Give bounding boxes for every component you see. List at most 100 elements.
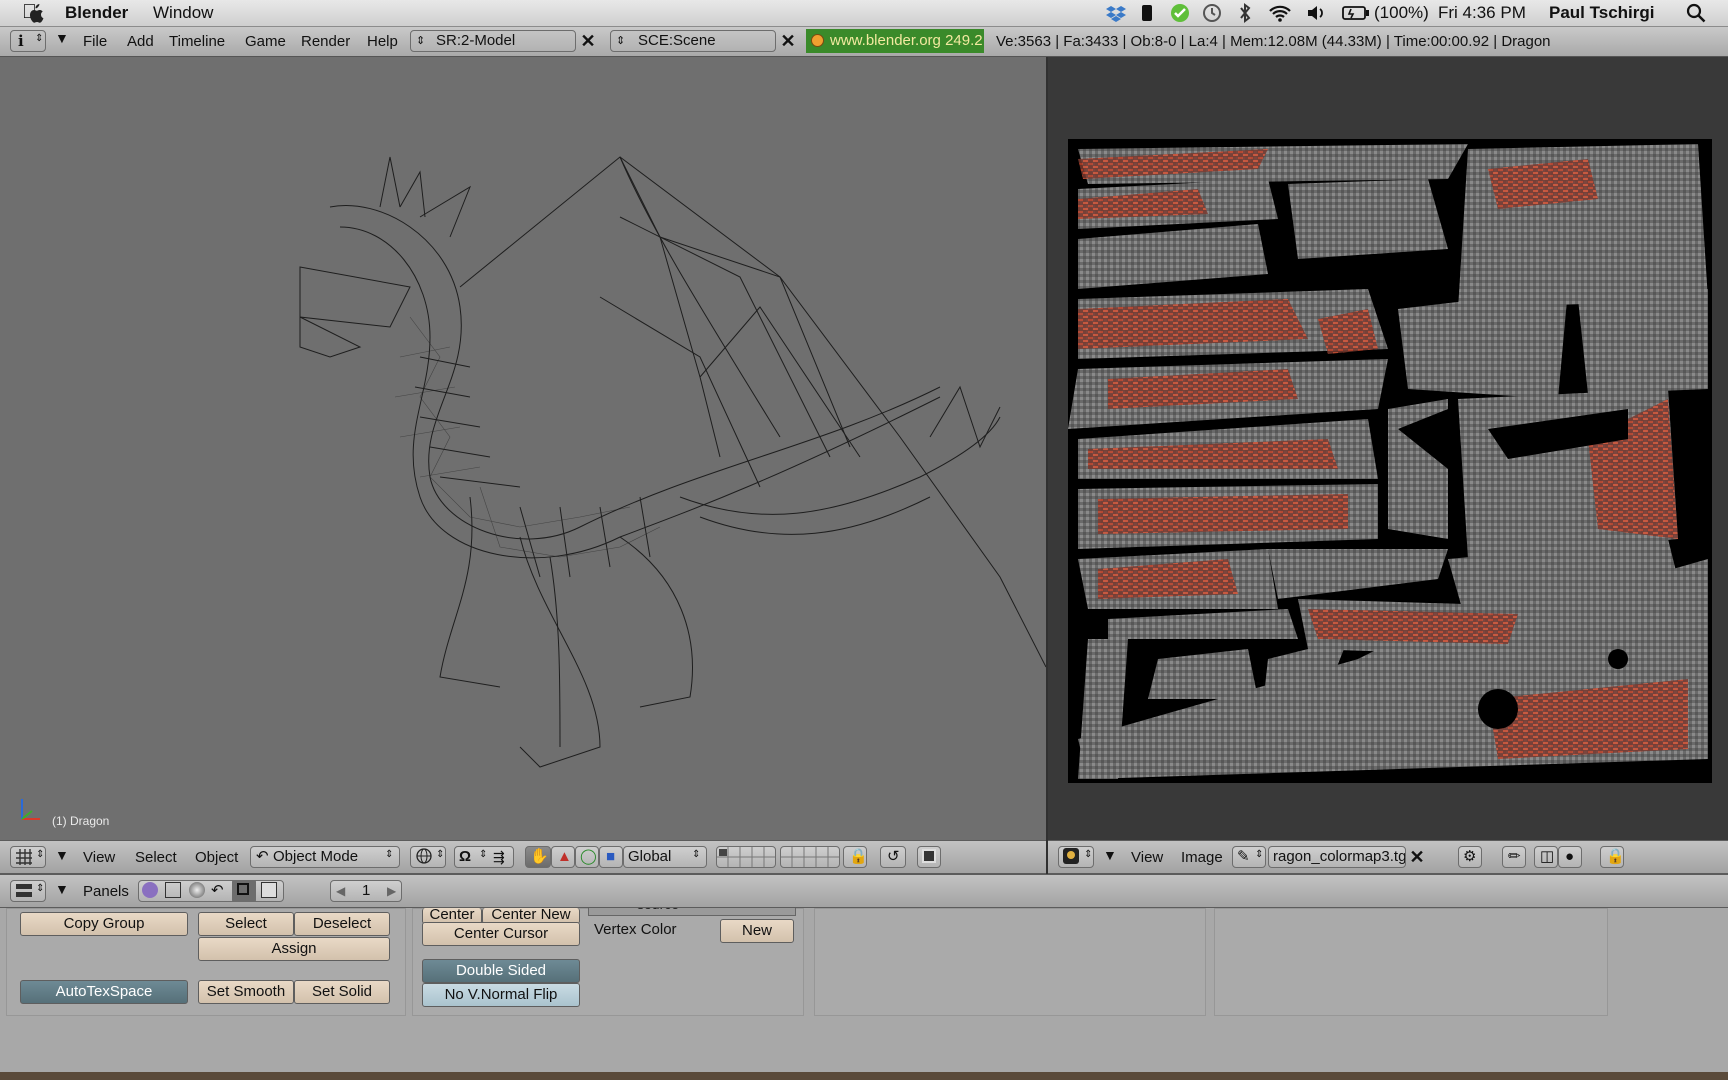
viewport-menu-select[interactable]: Select	[135, 849, 177, 866]
spotlight-search-icon[interactable]	[1686, 3, 1706, 28]
image-pack-button[interactable]: ⚙	[1458, 846, 1482, 868]
frame-number-value[interactable]: 1	[362, 881, 370, 901]
3d-viewport[interactable]: (1) Dragon	[0, 57, 1046, 840]
battery-icon[interactable]	[1342, 5, 1370, 26]
empty-panel-2	[1214, 908, 1608, 1016]
context-buttons[interactable]: ↶	[138, 880, 284, 902]
collapse-triangle-icon[interactable]: ▼	[55, 881, 69, 897]
texture-paint-button[interactable]: ✏	[1502, 846, 1526, 868]
set-smooth-button[interactable]: Set Smooth	[198, 980, 294, 1004]
menu-game[interactable]: Game	[245, 33, 286, 50]
mode-select[interactable]: ↶ Object Mode ⇕	[250, 846, 400, 868]
updown-arrows-icon: ⇕	[36, 883, 45, 894]
evernote-check-icon[interactable]	[1170, 3, 1190, 28]
time-machine-icon[interactable]	[1202, 3, 1222, 28]
uv-texture-slot-field[interactable]: source	[588, 908, 796, 916]
panels-menu[interactable]: Panels	[83, 883, 129, 900]
editor-type-image-select[interactable]: ⇕	[1058, 846, 1094, 868]
center-cursor-button[interactable]: Center Cursor	[422, 922, 580, 946]
snap-icon: ⇶	[493, 849, 505, 865]
render-preview-button[interactable]	[917, 846, 941, 868]
orientation-select[interactable]: Global ⇕	[623, 846, 707, 868]
desktop-edge	[0, 1072, 1728, 1080]
screen-name[interactable]: SR:2-Model	[436, 31, 515, 51]
image-browse-select[interactable]: ✎ ⇕	[1232, 846, 1266, 868]
uv-image-editor[interactable]	[1048, 57, 1728, 840]
menu-timeline[interactable]: Timeline	[169, 33, 225, 50]
screen-select[interactable]: ⇕ SR:2-Model	[410, 30, 576, 52]
menu-render[interactable]: Render	[301, 33, 350, 50]
frame-increment-icon[interactable]: ▶	[387, 881, 396, 901]
select-button[interactable]: Select	[198, 912, 294, 936]
scene-name[interactable]: SCE:Scene	[638, 31, 716, 51]
menu-help[interactable]: Help	[367, 33, 398, 50]
mode-select-value[interactable]: Object Mode	[273, 847, 358, 867]
close-scene-icon[interactable]: ✕	[777, 30, 799, 52]
editor-type-3d-select[interactable]: ⇕	[10, 846, 46, 868]
menubar-clock[interactable]: Fri 4:36 PM	[1438, 3, 1526, 23]
image-menu-view[interactable]: View	[1131, 849, 1163, 866]
scale-manipulator-button[interactable]: ■	[599, 846, 623, 868]
translate-manipulator-button[interactable]: ▲	[551, 846, 575, 868]
image-menu-image[interactable]: Image	[1181, 849, 1223, 866]
collapse-triangle-icon[interactable]: ▼	[55, 847, 69, 863]
updown-arrows-icon: ⇕	[35, 33, 44, 44]
set-solid-button[interactable]: Set Solid	[294, 980, 390, 1004]
wifi-icon[interactable]	[1268, 3, 1292, 28]
shading-context-icon[interactable]	[189, 882, 205, 898]
blender-url-badge[interactable]: www.blender.org 249.2	[806, 29, 984, 53]
menu-add[interactable]: Add	[127, 33, 154, 50]
proportional-edit-button[interactable]: ↺	[880, 846, 906, 868]
uv-sync-button[interactable]: ◫	[1534, 846, 1558, 868]
frame-number-field[interactable]: ◀ 1 ▶	[330, 880, 402, 902]
viewport-menu-view[interactable]: View	[83, 849, 115, 866]
draw-type-select[interactable]: ⇕	[410, 846, 446, 868]
close-screen-icon[interactable]: ✕	[577, 30, 599, 52]
bluetooth-icon[interactable]	[1237, 3, 1253, 28]
uv-texture-slot-value[interactable]: source	[637, 908, 679, 912]
menubar-user[interactable]: Paul Tschirgi	[1549, 3, 1655, 23]
layer-buttons-left[interactable]	[716, 846, 776, 868]
no-vnormal-flip-toggle[interactable]: No V.Normal Flip	[422, 983, 580, 1007]
pivot-select[interactable]: Ω ⇕ ⇶	[454, 846, 514, 868]
phone-icon[interactable]	[1140, 4, 1154, 27]
double-sided-toggle[interactable]: Double Sided	[422, 959, 580, 983]
window-menu[interactable]: Window	[153, 3, 213, 23]
updown-arrows-icon: ⇕	[416, 35, 426, 47]
unlink-image-icon[interactable]: ✕	[1406, 846, 1428, 868]
editor-type-buttons-select[interactable]: ⇕	[10, 880, 46, 902]
volume-icon[interactable]	[1306, 4, 1326, 27]
frame-decrement-icon[interactable]: ◀	[336, 881, 345, 901]
draw-uv-button[interactable]: ●	[1558, 846, 1582, 868]
lock-image-button[interactable]: 🔒	[1600, 846, 1625, 868]
app-name-menu[interactable]: Blender	[65, 3, 128, 23]
object-context-icon[interactable]: ↶	[211, 881, 224, 901]
orientation-select-value[interactable]: Global	[628, 847, 671, 867]
lock-layers-button[interactable]: 🔒	[843, 846, 868, 868]
collapse-triangle-icon[interactable]: ▼	[1103, 847, 1117, 863]
rotate-manipulator-button[interactable]: ◯	[575, 846, 599, 868]
image-name-field[interactable]: ragon_colormap3.tga	[1268, 846, 1406, 868]
viewport-menu-object[interactable]: Object	[195, 849, 238, 866]
menu-file[interactable]: File	[83, 33, 107, 50]
assign-button[interactable]: Assign	[198, 937, 390, 961]
manipulator-toggle[interactable]: ✋	[525, 846, 551, 868]
collapse-triangle-icon[interactable]: ▼	[55, 30, 69, 46]
editing-context-active[interactable]	[232, 880, 256, 902]
logic-context-icon[interactable]	[142, 882, 158, 898]
dropbox-icon[interactable]	[1106, 3, 1126, 28]
scene-select[interactable]: ⇕ SCE:Scene	[610, 30, 776, 52]
image-editor-header: ⇕ ▼ View Image ✎ ⇕ ragon_colormap3.tga ✕…	[1048, 840, 1728, 874]
battery-percent: (100%)	[1374, 3, 1429, 22]
deselect-button[interactable]: Deselect	[294, 912, 390, 936]
scene-context-icon[interactable]	[261, 882, 277, 898]
editor-type-info-select[interactable]: i ⇕	[10, 30, 46, 52]
copy-group-button[interactable]: Copy Group	[20, 912, 188, 936]
script-context-icon[interactable]	[165, 882, 181, 898]
layer-buttons-right[interactable]	[780, 846, 840, 868]
autotexspace-toggle[interactable]: AutoTexSpace	[20, 980, 188, 1004]
image-name-value[interactable]: ragon_colormap3.tga	[1273, 847, 1405, 867]
pin-icon: ✎	[1237, 848, 1250, 865]
pivot-icon: Ω	[459, 848, 472, 865]
vertex-color-new-button[interactable]: New	[720, 919, 794, 943]
